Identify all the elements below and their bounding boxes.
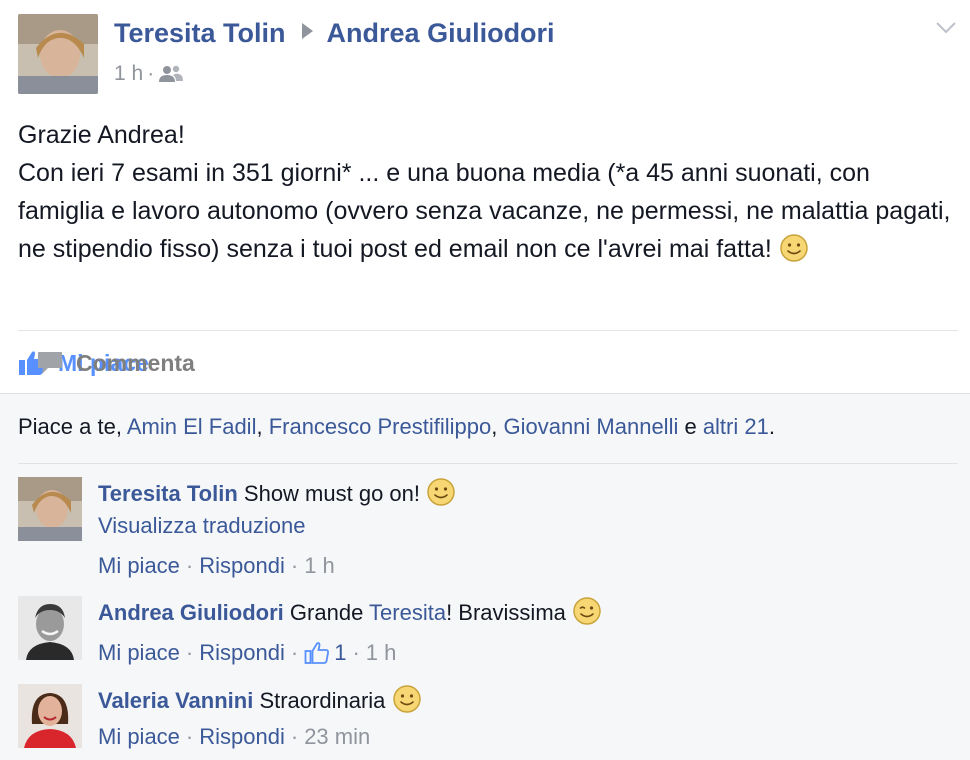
post-target-name[interactable]: Andrea Giuliodori <box>327 18 555 48</box>
comment-text-after: ! Bravissima <box>446 600 566 625</box>
comment-actions: Mi piace · Rispondi · 23 min <box>98 721 958 753</box>
comment-body: Teresita Tolin Show must go on! Visualiz… <box>98 477 958 582</box>
post-text: Grazie Andrea! Con ieri 7 esami in 351 g… <box>18 116 958 268</box>
comment-timestamp[interactable]: 1 h <box>366 637 397 669</box>
post-paragraph-greeting: Grazie Andrea! <box>18 121 185 149</box>
post-timestamp[interactable]: 1 h <box>114 62 143 86</box>
liker-link[interactable]: Giovanni Mannelli <box>503 414 678 439</box>
comment-like-button[interactable]: Mi piace <box>98 721 180 753</box>
comment-line: Andrea Giuliodori Grande Teresita! Bravi… <box>98 596 958 629</box>
separator-dot: · <box>185 553 194 578</box>
separator-dot: · <box>290 724 299 749</box>
comment-line: Teresita Tolin Show must go on! <box>98 477 958 510</box>
divider <box>18 330 958 331</box>
author-avatar[interactable] <box>18 14 98 94</box>
likes-summary: Piace a te, Amin El Fadil, Francesco Pre… <box>18 414 775 440</box>
comment-like-button[interactable]: Mi piace <box>98 550 180 582</box>
comment-button[interactable]: Commenta <box>36 350 970 377</box>
likes-conjunction: e <box>678 414 703 439</box>
liker-link[interactable]: Amin El Fadil <box>127 414 257 439</box>
separator-dot: · <box>352 640 360 665</box>
likes-separator: , <box>256 414 269 439</box>
avatar[interactable] <box>18 596 82 660</box>
likes-separator: , <box>491 414 504 439</box>
meta-separator: · <box>147 62 155 85</box>
separator-dot: · <box>290 640 299 665</box>
separator-dot: · <box>290 553 299 578</box>
comment-like-count[interactable]: 1 <box>334 637 346 669</box>
comment-reply-button[interactable]: Rispondi <box>199 721 285 753</box>
separator-dot: · <box>185 640 194 665</box>
comment-actions: Mi piace · Rispondi · 1 h <box>98 550 958 582</box>
friends-icon[interactable] <box>158 64 184 84</box>
wink-emoji-icon <box>573 597 601 625</box>
comments-section: Piace a te, Amin El Fadil, Francesco Pre… <box>0 393 970 760</box>
smile-emoji-icon <box>392 685 421 713</box>
comment-line: Valeria Vannini Straordinaria <box>98 684 958 717</box>
comment-reply-button[interactable]: Rispondi <box>199 637 285 669</box>
comment-timestamp[interactable]: 23 min <box>304 721 370 753</box>
avatar[interactable] <box>18 684 82 748</box>
divider <box>18 463 958 464</box>
post-header: Teresita Tolin Andrea Giuliodori 1 h · <box>18 14 958 96</box>
comment-actions: Mi piace · Rispondi · 1 · 1 h <box>98 637 958 669</box>
post-actions: Mi piace Commenta <box>18 345 217 381</box>
comment-author[interactable]: Valeria Vannini <box>98 688 253 713</box>
comment-label: Commenta <box>76 349 195 376</box>
comment-timestamp[interactable]: 1 h <box>304 550 335 582</box>
comment-like-button[interactable]: Mi piace <box>98 637 180 669</box>
comment-reply-button[interactable]: Rispondi <box>199 550 285 582</box>
arrow-right-icon <box>301 23 313 39</box>
likes-suffix: . <box>768 414 775 439</box>
comment-author[interactable]: Andrea Giuliodori <box>98 600 284 625</box>
others-link[interactable]: altri 21 <box>703 414 769 439</box>
post-paragraph-body: Con ieri 7 esami in 351 giorni* ... e un… <box>18 154 958 268</box>
comment-mention[interactable]: Teresita <box>369 600 446 625</box>
post-meta: 1 h · <box>114 62 184 86</box>
comment-text: Show must go on! <box>243 481 421 506</box>
translate-link[interactable]: Visualizza traduzione <box>98 510 958 542</box>
post-author-line: Teresita Tolin Andrea Giuliodori <box>114 18 555 49</box>
chevron-down-icon[interactable] <box>934 20 958 36</box>
likes-prefix: Piace a te, <box>18 414 127 439</box>
thumbs-up-outline-icon[interactable] <box>304 641 330 665</box>
smile-emoji-icon <box>427 478 455 506</box>
post-body-text: Con ieri 7 esami in 351 giorni* ... e un… <box>18 159 951 263</box>
comment-text-before: Grande <box>289 600 370 625</box>
comment-body: Andrea Giuliodori Grande Teresita! Bravi… <box>98 596 958 669</box>
smile-emoji-icon <box>780 234 808 262</box>
comment-text: Straordinaria <box>259 688 386 713</box>
comment-author[interactable]: Teresita Tolin <box>98 481 238 506</box>
post-author-name[interactable]: Teresita Tolin <box>114 18 286 48</box>
speech-bubble-icon <box>38 352 62 374</box>
liker-link[interactable]: Francesco Prestifilippo <box>269 414 492 439</box>
separator-dot: · <box>185 724 194 749</box>
comment-body: Valeria Vannini Straordinaria Mi piace ·… <box>98 684 958 753</box>
avatar[interactable] <box>18 477 82 541</box>
